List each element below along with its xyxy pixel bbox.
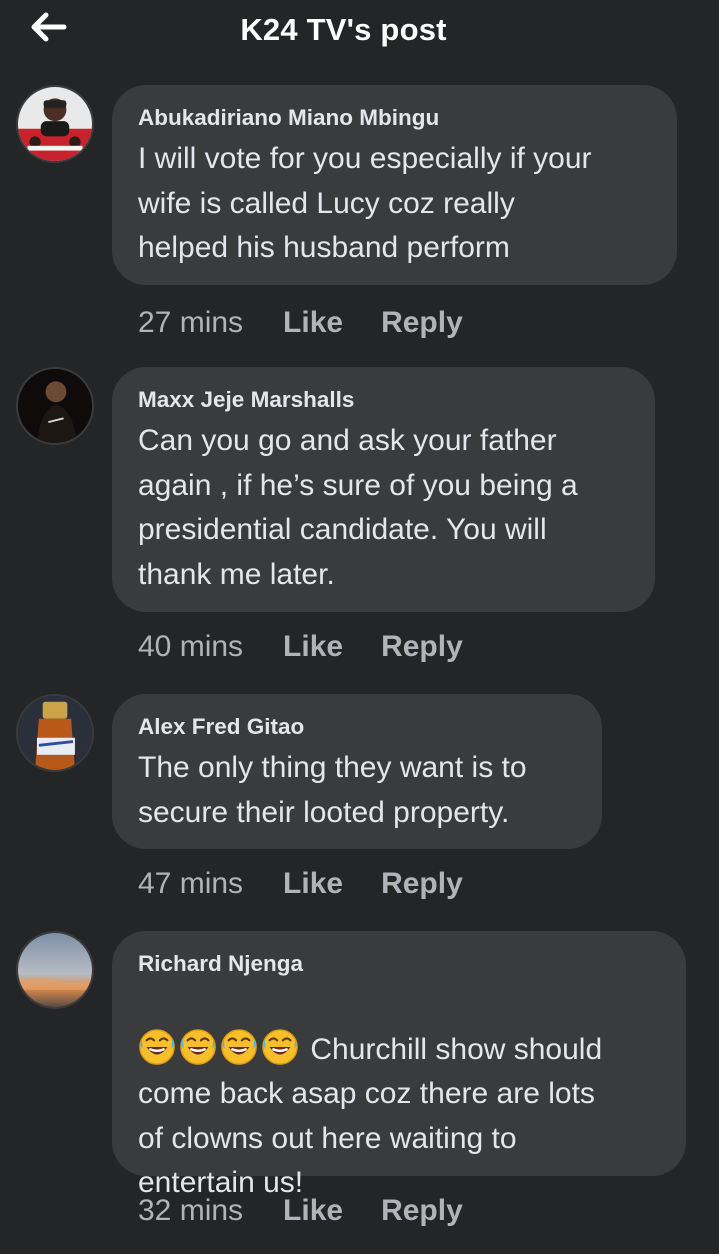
avatar[interactable] — [16, 367, 94, 445]
comment-text: Can you go and ask your father again , i… — [138, 424, 578, 591]
comment-bubble: Richard Njenga Churchill show should com… — [112, 931, 686, 1199]
rolling-on-floor-laughing-icon — [138, 1028, 176, 1066]
comment-text: I will vote for you especially if your w… — [138, 142, 592, 264]
comment-actions: 47 mins Like Reply — [138, 866, 463, 902]
comment-author[interactable]: Abukadiriano Miano Mbingu — [138, 105, 651, 131]
like-button[interactable]: Like — [283, 305, 343, 341]
comment-text-first-line: Churchill show should — [310, 1032, 603, 1066]
comment-text: The only thing they want is to secure th… — [138, 751, 527, 829]
comment-time: 27 mins — [138, 306, 244, 339]
comment-author[interactable]: Richard Njenga — [138, 951, 660, 977]
like-button[interactable]: Like — [283, 1193, 343, 1229]
comment-bubble: Alex Fred Gitao The only thing they want… — [112, 694, 602, 849]
comment-time: 32 mins — [138, 1194, 244, 1227]
reply-button[interactable]: Reply — [381, 866, 463, 902]
avatar[interactable] — [16, 694, 94, 772]
comment-time: 47 mins — [138, 867, 244, 900]
comment-actions: 40 mins Like Reply — [138, 629, 463, 665]
rolling-on-floor-laughing-icon — [261, 1028, 299, 1066]
comment-text-rest: come back asap coz there are lots of clo… — [138, 1077, 595, 1199]
reply-button[interactable]: Reply — [381, 1193, 463, 1229]
comment-time: 40 mins — [138, 630, 244, 663]
reply-button[interactable]: Reply — [381, 629, 463, 665]
reply-button[interactable]: Reply — [381, 305, 463, 341]
comment-actions: 27 mins Like Reply — [138, 305, 463, 341]
comment-author[interactable]: Alex Fred Gitao — [138, 714, 576, 740]
avatar[interactable] — [16, 85, 94, 163]
like-button[interactable]: Like — [283, 629, 343, 665]
page-title: K24 TV's post — [240, 12, 447, 47]
comment-bubble: Maxx Jeje Marshalls Can you go and ask y… — [112, 367, 655, 612]
comment-bubble: Abukadiriano Miano Mbingu I will vote fo… — [112, 85, 677, 285]
emoji-group — [138, 1028, 310, 1066]
rolling-on-floor-laughing-icon — [179, 1028, 217, 1066]
avatar[interactable] — [16, 931, 94, 1009]
comment-author[interactable]: Maxx Jeje Marshalls — [138, 387, 629, 413]
header-bar: K24 TV's post — [0, 0, 719, 66]
comment-actions: 32 mins Like Reply — [138, 1193, 463, 1229]
rolling-on-floor-laughing-icon — [220, 1028, 258, 1066]
like-button[interactable]: Like — [283, 866, 343, 902]
